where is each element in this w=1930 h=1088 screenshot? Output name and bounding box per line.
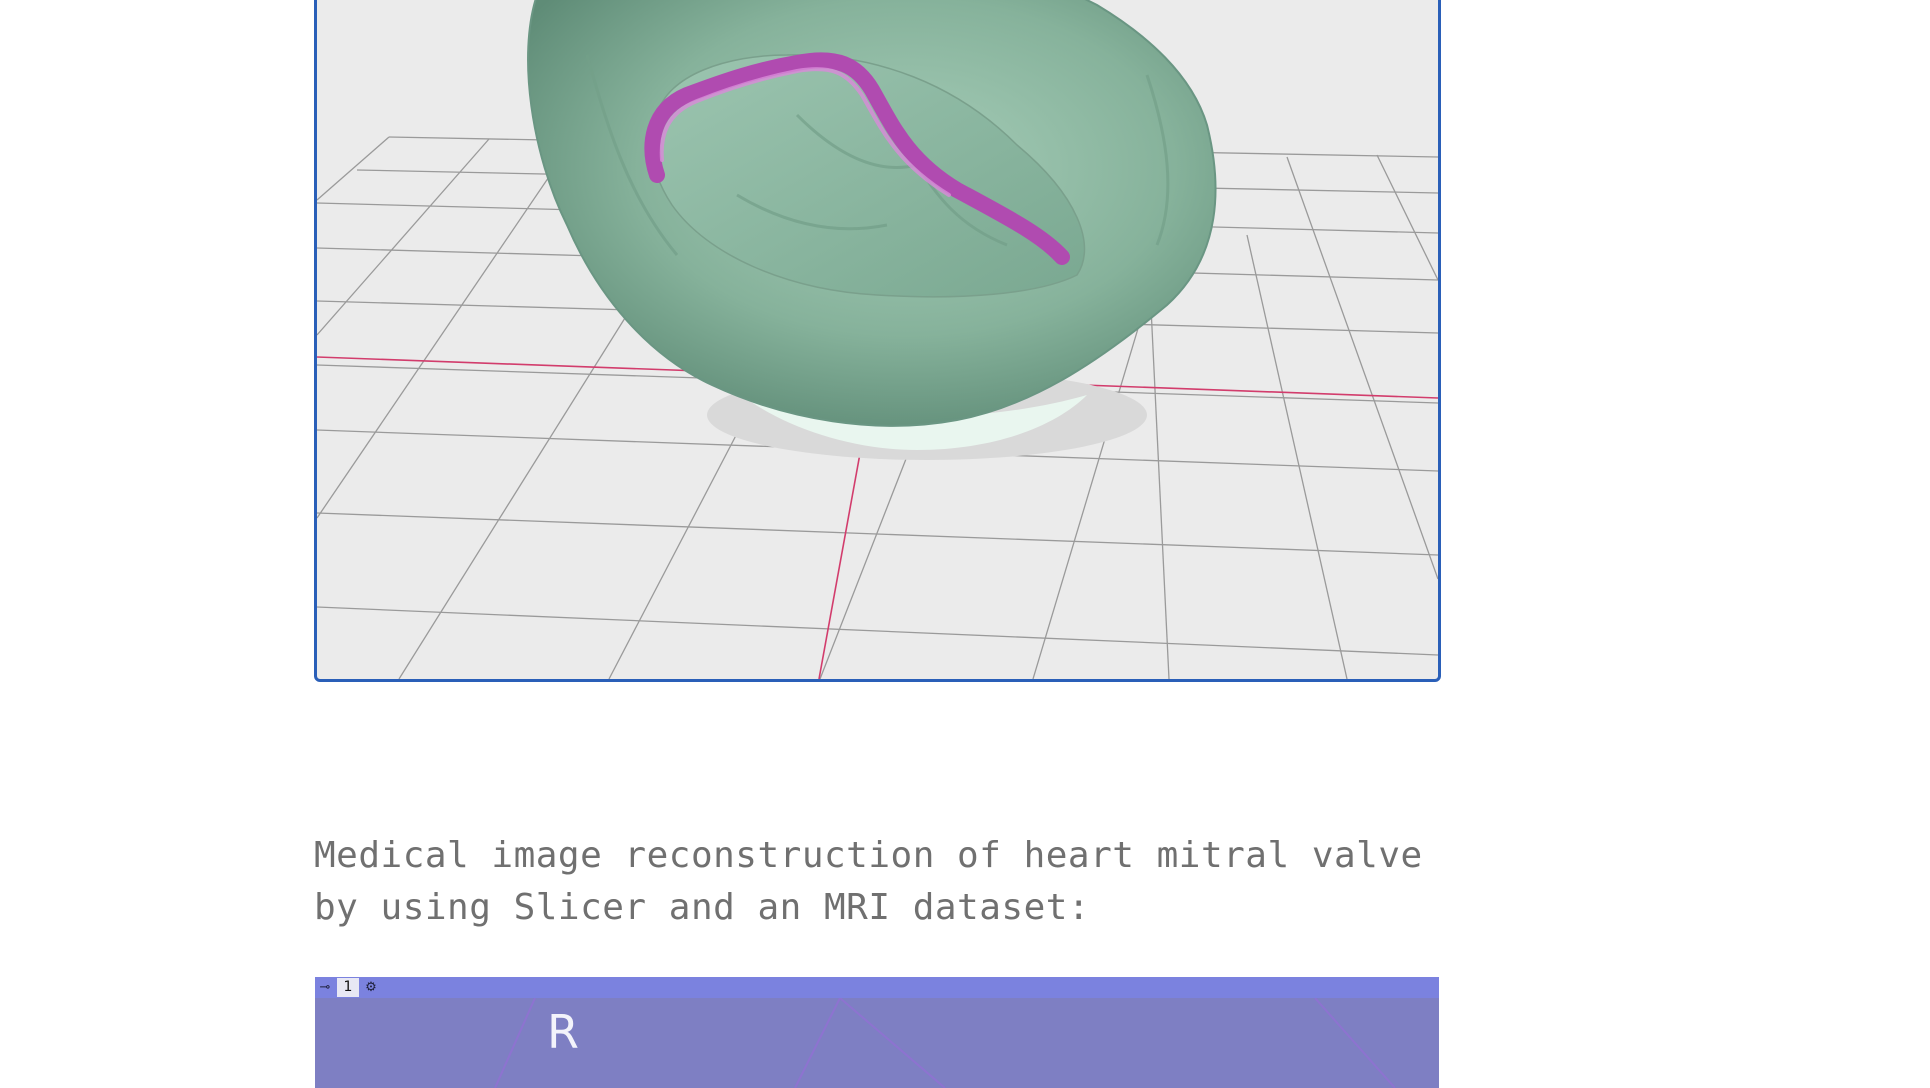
pin-icon[interactable]: ⊸ bbox=[315, 977, 335, 998]
page: Medical image reconstruction of heart mi… bbox=[0, 0, 1930, 1088]
orientation-label: R bbox=[547, 1005, 579, 1059]
gear-icon[interactable]: ⚙ bbox=[361, 977, 381, 998]
3d-scene bbox=[317, 0, 1438, 679]
3d-view[interactable] bbox=[314, 0, 1441, 682]
slice-number[interactable]: 1 bbox=[337, 978, 359, 997]
slice-intersection-lines bbox=[494, 998, 1396, 1088]
caption-text: Medical image reconstruction of heart mi… bbox=[314, 835, 1423, 928]
slice-toolbar: ⊸ 1 ⚙ bbox=[315, 977, 1439, 998]
slice-viewer[interactable]: ⊸ 1 ⚙ R bbox=[315, 977, 1439, 1088]
